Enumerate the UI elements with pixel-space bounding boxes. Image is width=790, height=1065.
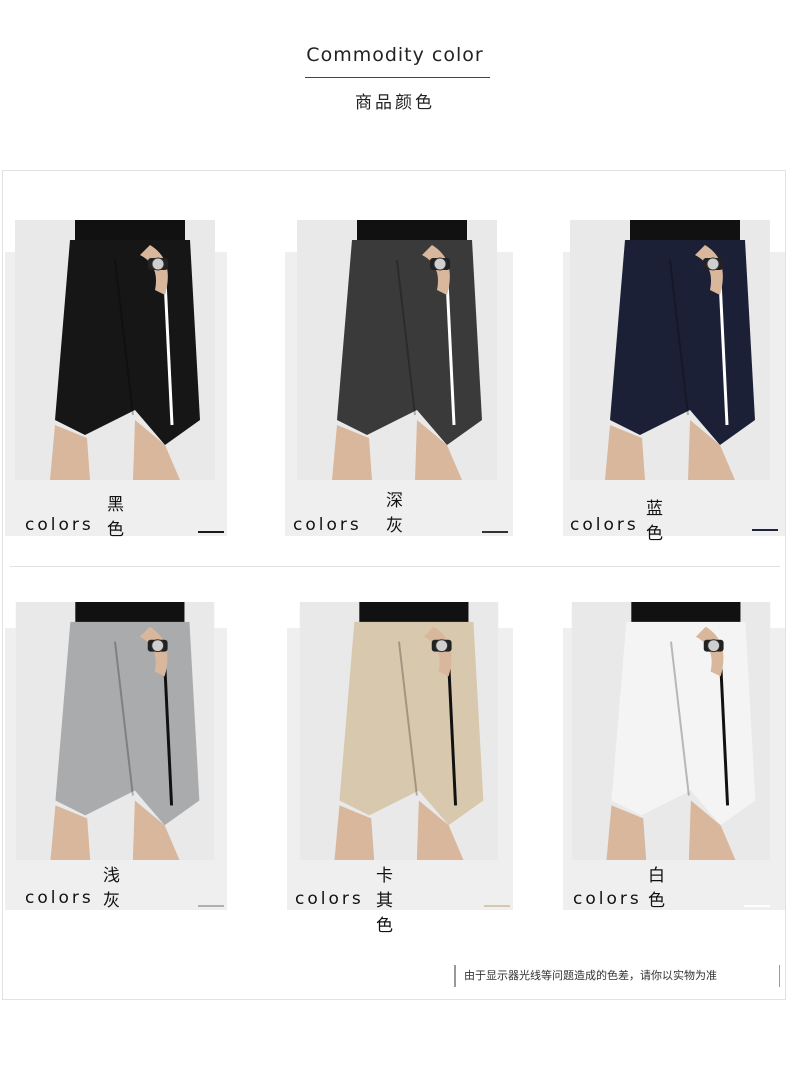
color-name: 白色 (648, 866, 667, 911)
header-subtitle: 商品颜色 (355, 93, 435, 113)
product-photo[interactable] (299, 602, 499, 860)
color-disclaimer: 由于显示器光线等问题造成的色差，请你以实物为准 (454, 965, 780, 987)
row-divider (10, 566, 780, 567)
colors-label: colors (25, 515, 94, 535)
product-photo[interactable] (297, 220, 497, 480)
product-photo[interactable] (571, 602, 771, 860)
color-swatch-line (198, 905, 224, 907)
color-swatch-line (752, 529, 778, 531)
color-name: 蓝色 (646, 499, 665, 544)
color-swatch-line (198, 531, 224, 533)
product-photo[interactable] (15, 602, 215, 860)
color-name: 浅灰 (103, 866, 122, 911)
color-name: 深灰 (386, 491, 405, 536)
color-name: 黑色 (107, 495, 126, 540)
colors-label: colors (25, 888, 94, 908)
product-photo[interactable] (570, 220, 770, 480)
colors-label: colors (295, 889, 364, 909)
colors-label: colors (570, 515, 639, 535)
color-swatch-line (484, 905, 510, 907)
header-title: Commodity color (306, 44, 484, 66)
colors-label: colors (573, 889, 642, 909)
color-swatch-line (482, 531, 508, 533)
product-photo[interactable] (15, 220, 215, 480)
colors-label: colors (293, 515, 362, 535)
color-name: 卡其色 (376, 866, 395, 936)
color-swatch-line (744, 905, 770, 907)
header-divider (305, 77, 490, 78)
